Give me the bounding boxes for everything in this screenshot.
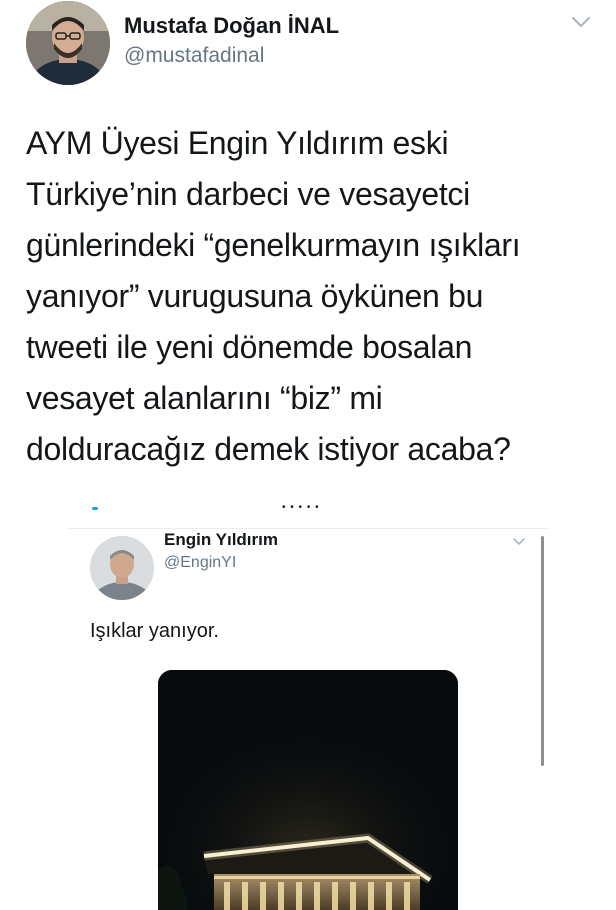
quoted-author-avatar bbox=[90, 536, 154, 600]
chevron-down-icon bbox=[572, 17, 590, 27]
screenshot-cut-edge: • • • • • bbox=[68, 496, 548, 529]
tweet-text: AYM Üyesi Engin Yıldırım eski Türkiye’ni… bbox=[26, 125, 521, 467]
quoted-menu-chevron bbox=[512, 534, 526, 545]
user-avatar-icon bbox=[90, 536, 154, 600]
quoted-tweet-photo bbox=[158, 670, 458, 910]
quoted-tweet-text: Işıklar yanıyor. bbox=[90, 620, 219, 642]
quoted-tweet-screenshot: • • • • • Engin Yıldırım @EnginYI Işıkla… bbox=[68, 496, 548, 910]
user-avatar-icon bbox=[26, 1, 110, 85]
night-building-photo-icon bbox=[158, 670, 458, 910]
chevron-down-icon bbox=[513, 538, 525, 545]
author-display-name[interactable]: Mustafa Doğan İNAL bbox=[124, 13, 339, 39]
cut-fragment bbox=[92, 507, 98, 510]
quoted-author-display-name: Engin Yıldırım bbox=[164, 530, 278, 549]
tweet-menu-button[interactable] bbox=[570, 14, 592, 30]
cut-text-fragment: • • • • • bbox=[282, 502, 320, 513]
quoted-author-handle: @EnginYI bbox=[164, 554, 237, 571]
author-handle[interactable]: @mustafadinal bbox=[124, 44, 264, 68]
tweet-card: Mustafa Doğan İNAL @mustafadinal AYM Üye… bbox=[0, 0, 616, 910]
author-avatar[interactable] bbox=[26, 1, 110, 85]
scrollbar bbox=[541, 536, 544, 766]
